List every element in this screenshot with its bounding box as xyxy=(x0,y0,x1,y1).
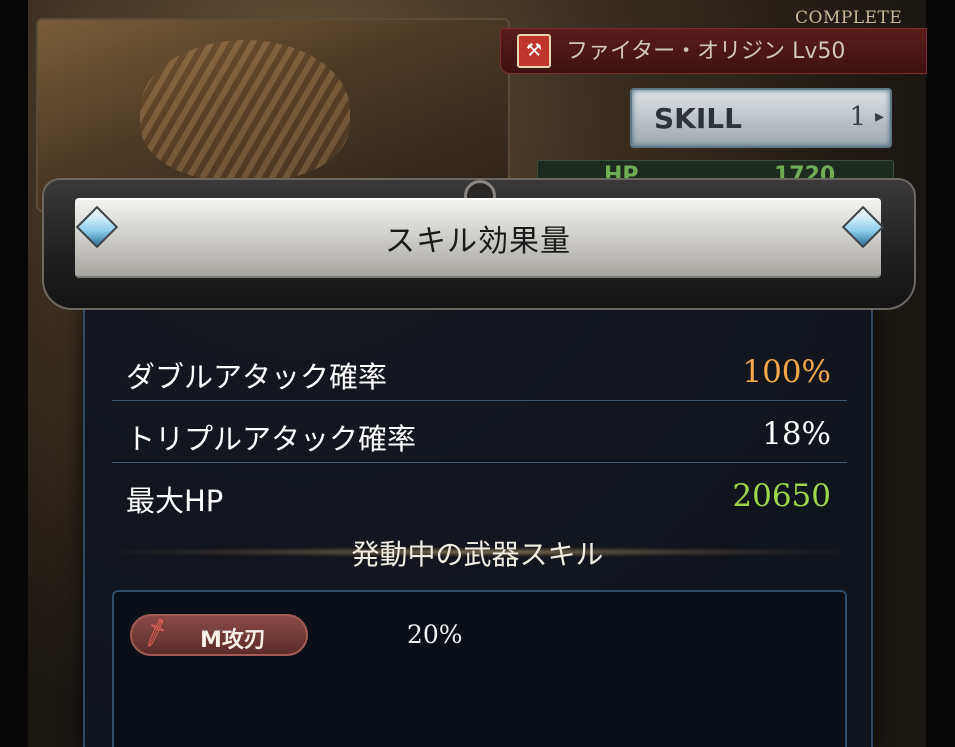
chevron-right-icon: ▸ xyxy=(874,106,884,127)
stat-row-max-hp: 最大HP 20650 xyxy=(112,464,847,524)
stat-value: 100% xyxy=(742,354,831,390)
left-letterbox xyxy=(0,0,28,747)
stat-label: ダブルアタック確率 xyxy=(126,360,388,394)
weapon-skill-name: M攻刃 xyxy=(200,628,266,653)
skill-button[interactable]: SKILL 1 ▸ xyxy=(630,88,892,148)
stat-row-triple-attack: トリプルアタック確率 18% xyxy=(112,402,847,463)
stat-label: トリプルアタック確率 xyxy=(126,422,417,456)
axe-icon: ⚒ xyxy=(517,34,551,68)
class-name: ファイター・オリジン Lv50 xyxy=(566,39,846,64)
stat-value: 20650 xyxy=(732,478,831,514)
stat-label: 最大HP xyxy=(126,484,224,518)
character-portrait xyxy=(140,40,350,180)
weapon-skill-badge: 🗡 M攻刃 xyxy=(130,614,308,656)
popup-header-ribbon: スキル効果量 xyxy=(75,198,881,278)
sword-icon: 🗡 xyxy=(138,617,174,651)
weapon-skill-section-title: 発動中の武器スキル xyxy=(351,538,604,571)
weapon-skill-value: 20% xyxy=(407,620,463,649)
right-letterbox xyxy=(926,0,955,747)
skill-count: 1 xyxy=(849,102,866,132)
stat-value: 18% xyxy=(762,416,831,452)
complete-tag: COMPLETE xyxy=(795,8,903,28)
skill-button-label: SKILL xyxy=(654,102,742,135)
stat-row-double-attack: ダブルアタック確率 100% xyxy=(112,340,847,401)
popup-title: スキル効果量 xyxy=(385,224,571,259)
